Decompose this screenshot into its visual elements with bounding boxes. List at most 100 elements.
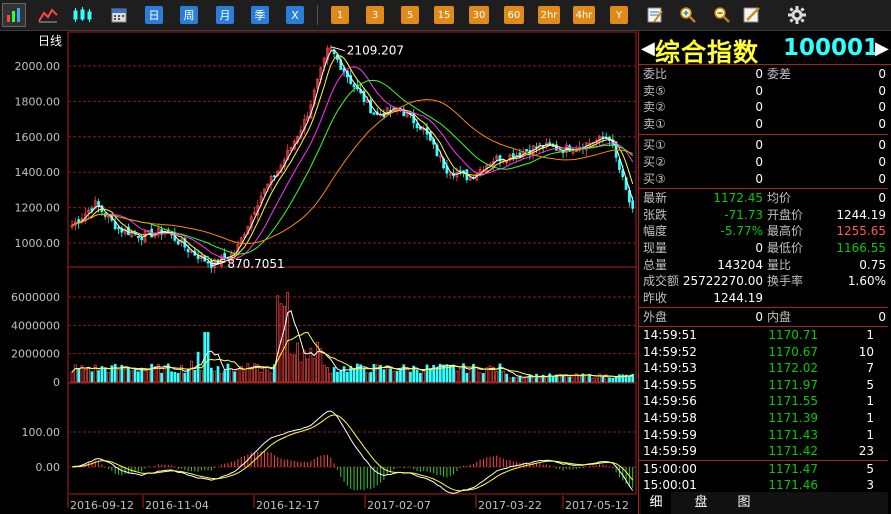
line-chart-icon[interactable] bbox=[38, 6, 58, 24]
volume-bar bbox=[223, 370, 227, 383]
tick-price: 1171.43 bbox=[768, 427, 818, 442]
stat-label-2: 换手率 bbox=[767, 274, 804, 289]
kline-chart[interactable]: 日线 2000.00 1800.00 1600.00 1400.00 1200.00 100… bbox=[0, 31, 637, 514]
stat-label: 成交额 bbox=[643, 274, 680, 289]
volume-bar bbox=[302, 350, 306, 383]
year-button[interactable]: Y bbox=[610, 6, 628, 24]
buy-row: 买③ 0 0 bbox=[639, 171, 888, 188]
volume-bar bbox=[183, 372, 187, 383]
tick-row: 14:59:56 1171.55 1 bbox=[639, 393, 888, 410]
minute-15-button[interactable]: 15 bbox=[434, 6, 454, 24]
chart-edit-icon[interactable] bbox=[645, 6, 665, 24]
stat-value: -5.77% bbox=[720, 224, 763, 239]
ma5-line bbox=[71, 49, 634, 265]
stat-value: 143204 bbox=[717, 257, 763, 272]
prev-arrow-icon[interactable]: ◀ bbox=[641, 38, 655, 59]
minute-3-button[interactable]: 3 bbox=[366, 6, 384, 24]
period-month-button[interactable]: 月 bbox=[216, 6, 234, 24]
high-price-label: 2109.207 bbox=[347, 44, 404, 58]
minute-60-button[interactable]: 60 bbox=[504, 6, 524, 24]
quote-tabs: 细 盘 图 bbox=[639, 492, 888, 514]
tick-time: 15:00:00 bbox=[643, 461, 697, 476]
volume-bar bbox=[266, 366, 270, 383]
period-quarter-button[interactable]: 季 bbox=[251, 6, 269, 24]
buy-row: 买② 0 0 bbox=[639, 154, 888, 171]
tab-chart[interactable]: 图 bbox=[729, 492, 759, 514]
zoom-out-icon[interactable] bbox=[712, 6, 732, 24]
gear-icon[interactable] bbox=[786, 6, 808, 24]
volume-bar bbox=[495, 371, 499, 383]
volume-bar bbox=[515, 377, 518, 383]
field-label: 卖⑤ bbox=[643, 83, 666, 98]
price-tick-label: 1600.00 bbox=[15, 131, 61, 144]
volume-bar bbox=[545, 376, 548, 383]
volume-bar bbox=[465, 372, 469, 383]
price-tick-label: 1400.00 bbox=[15, 166, 61, 179]
tick-row: 14:59:59 1171.42 23 bbox=[639, 443, 888, 460]
period-x-button[interactable]: X bbox=[286, 6, 304, 24]
volume-bar bbox=[276, 295, 280, 383]
bar-chart-icon[interactable] bbox=[2, 3, 26, 27]
minute-5-button[interactable]: 5 bbox=[401, 6, 419, 24]
volume-bar bbox=[143, 369, 147, 383]
tab-detail[interactable]: 细 bbox=[641, 492, 671, 514]
volume-bar bbox=[355, 363, 359, 383]
field-label: 买③ bbox=[643, 171, 666, 186]
volume-bar bbox=[531, 377, 535, 383]
field-value: 0 bbox=[755, 155, 763, 169]
inner-value: 0 bbox=[878, 310, 886, 325]
volume-bar bbox=[432, 365, 436, 383]
volume-bar bbox=[103, 367, 107, 383]
volume-bar bbox=[176, 372, 180, 383]
hour-4-button[interactable]: 4hr bbox=[573, 6, 595, 24]
tab-book[interactable]: 盘 bbox=[686, 492, 716, 514]
volume-bar bbox=[219, 372, 223, 383]
volume-bar bbox=[107, 372, 110, 383]
ma60-line bbox=[71, 99, 633, 245]
volume-bar bbox=[193, 369, 197, 383]
volume-bar bbox=[521, 377, 525, 383]
period-day-button[interactable]: 日 bbox=[145, 6, 163, 24]
calendar-icon[interactable] bbox=[110, 6, 128, 24]
period-week-button[interactable]: 周 bbox=[180, 6, 198, 24]
volume-bar bbox=[296, 342, 300, 383]
field-value-2: 0 bbox=[878, 138, 886, 153]
tick-time: 14:59:59 bbox=[643, 427, 697, 442]
sell-row: 卖⑤ 0 0 bbox=[639, 83, 888, 100]
hour-2-button[interactable]: 2hr bbox=[538, 6, 560, 24]
stat-label: 最新 bbox=[643, 191, 668, 206]
volume-bar bbox=[419, 372, 422, 383]
volume-bar bbox=[236, 368, 240, 383]
volume-bar bbox=[243, 370, 246, 383]
volume-bar bbox=[286, 292, 290, 383]
price-tick-label: 1800.00 bbox=[15, 95, 61, 108]
field-value-2: 0 bbox=[878, 116, 886, 131]
minute-1-button[interactable]: 1 bbox=[331, 6, 349, 24]
stat-label: 昨收 bbox=[643, 290, 668, 305]
volume-bar bbox=[200, 370, 203, 383]
outer-inner-row: 外盘 0 内盘 0 bbox=[639, 309, 888, 326]
volume-bar bbox=[598, 373, 601, 383]
volume-bar bbox=[392, 370, 396, 383]
volume-tick-label: 0 bbox=[53, 376, 60, 389]
index-name: 综合指数 bbox=[655, 38, 760, 67]
volume-bar bbox=[137, 371, 140, 383]
volume-bar bbox=[428, 368, 432, 383]
stat-label-2: 最低价 bbox=[767, 241, 804, 255]
volume-bar bbox=[140, 368, 144, 383]
kline-chart-area[interactable]: 日线 2000.00 1800.00 1600.00 1400.00 1200.00 100… bbox=[0, 31, 637, 514]
volume-bar bbox=[535, 373, 538, 383]
zoom-in-icon[interactable] bbox=[678, 6, 698, 24]
quote-separator bbox=[639, 134, 888, 136]
volume-bar bbox=[246, 363, 250, 383]
field-value: 0 bbox=[755, 138, 763, 153]
volume-bar bbox=[150, 363, 154, 383]
stat-value: 1244.19 bbox=[713, 290, 763, 305]
candlestick-icon[interactable] bbox=[72, 6, 96, 24]
minute-30-button[interactable]: 30 bbox=[469, 6, 489, 24]
volume-bar bbox=[501, 370, 505, 383]
draw-pen-icon[interactable] bbox=[742, 6, 762, 24]
next-arrow-icon[interactable]: ▶ bbox=[875, 38, 889, 59]
quote-separator bbox=[639, 307, 888, 309]
period-label: 日线 bbox=[38, 34, 62, 48]
